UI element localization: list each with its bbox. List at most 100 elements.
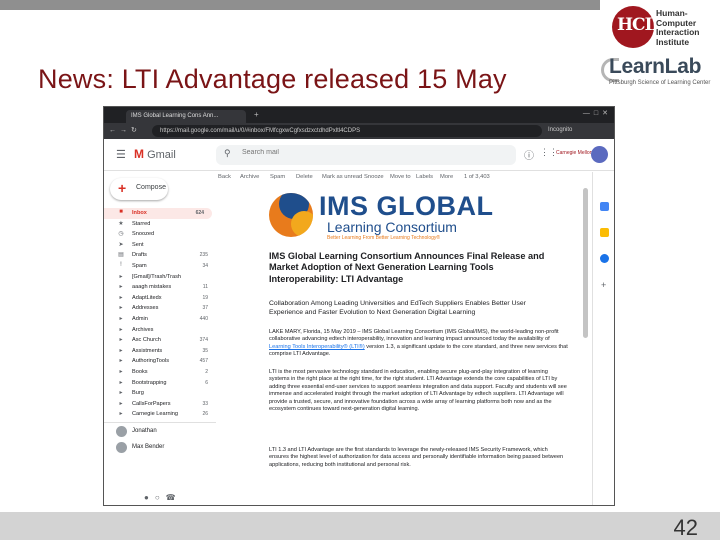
sidebar-label-count: 440 [199, 315, 208, 322]
sidebar-label-name: Sent [132, 241, 144, 248]
sidebar-label-count: 33 [202, 400, 208, 407]
main-menu-icon[interactable]: ☰ [116, 148, 126, 161]
toolbar-mail-button[interactable]: Mark as unread [322, 174, 362, 180]
toolbar-trash-button[interactable]: Delete [296, 174, 313, 180]
contact-name: Jonathan [132, 428, 157, 434]
toolbar-folder-button[interactable]: Move to [390, 174, 411, 180]
email-headline: IMS Global Learning Consortium Announces… [269, 251, 545, 284]
sidebar-label-item[interactable]: ▸ Carnegie Learning 26 [104, 409, 216, 420]
toolbar-arrow-back-button[interactable]: Back [218, 174, 231, 180]
sidebar-label-item[interactable]: ■ Inbox 624 [104, 208, 212, 219]
sidebar-label-count: 37 [202, 305, 208, 312]
sidebar-label-count: 624 [195, 210, 204, 216]
browser-tab[interactable]: IMS Global Learning Cons Ann... [126, 110, 246, 123]
sidebar-label-name: Drafts [132, 252, 147, 259]
account-avatar[interactable] [591, 146, 608, 163]
browser-tab-strip: IMS Global Learning Cons Ann... + —□✕ [104, 107, 614, 123]
hangouts-panel: Jonathan Max Bender ●○☎ [104, 422, 216, 505]
toolbar-clock-button[interactable]: Snooze [364, 174, 384, 180]
sidebar-label-item[interactable]: ! Spam 34 [104, 261, 216, 272]
label-icon: ▸ [119, 400, 123, 407]
sidebar-label-item[interactable]: ▸ [Gmail]/Trash/Trash [104, 272, 216, 283]
gmail-header: ☰ M Gmail ⚲ ⓘ ⋮⋮ Carnegie Mellon [104, 139, 614, 171]
hangouts-footer-icons[interactable]: ●○☎ [144, 493, 182, 502]
org-label: Carnegie Mellon [556, 150, 593, 156]
keep-icon[interactable] [600, 228, 609, 237]
sidebar-label-item[interactable]: ▸ Addresses 37 [104, 303, 216, 314]
nav-arrows-icon[interactable]: ←→↻ [109, 126, 141, 134]
label-icon: ▸ [119, 390, 123, 397]
sidebar-label-name: Addresses [132, 305, 159, 312]
gmail-app: ☰ M Gmail ⚲ ⓘ ⋮⋮ Carnegie Mellon + Compo… [104, 139, 614, 505]
sidebar-label-name: CallsForPapers [132, 400, 171, 407]
search-icon[interactable]: ⚲ [224, 148, 231, 159]
sidebar-label-item[interactable]: ★ Starred [104, 219, 216, 230]
sidebar-label-item[interactable]: ▤ Drafts 235 [104, 250, 216, 261]
hangouts-contact[interactable]: Jonathan [104, 423, 216, 439]
learnlab-tagline: Pittsburgh Science of Learning Center [609, 80, 711, 86]
toolbar-more-button[interactable]: More [440, 174, 453, 180]
search-input[interactable] [242, 149, 502, 156]
sidebar-label-count: 11 [202, 284, 208, 291]
sidebar-label-name: aaagh mistakes [132, 284, 172, 291]
email-body: IMS GLOBAL Learning Consortium Better Le… [219, 187, 579, 505]
email-paragraph-2: LTI is the most pervasive technology sta… [269, 369, 567, 413]
window-controls[interactable]: —□✕ [583, 109, 612, 117]
sidebar-label-name: AuthoringTools [132, 358, 170, 365]
sidebar-label-count: 374 [199, 337, 208, 344]
sidebar-label-item[interactable]: ▸ Burg [104, 388, 216, 399]
sidebar-label-count: 19 [202, 294, 208, 301]
calendar-icon[interactable] [600, 202, 609, 211]
sidebar-label-item[interactable]: ➤ Sent [104, 240, 216, 251]
sidebar-label-name: Books [132, 368, 148, 375]
scrollbar[interactable] [582, 186, 590, 505]
sidebar-label-name: Admin [132, 315, 148, 322]
add-addon-icon[interactable]: + [601, 280, 606, 290]
compose-button[interactable]: + Compose [110, 178, 168, 200]
sidebar-label-item[interactable]: ▸ Books 2 [104, 367, 216, 378]
browser-screenshot: IMS Global Learning Cons Ann... + —□✕ ←→… [103, 106, 615, 506]
browser-toolbar: ←→↻ https://mail.google.com/mail/u/0/#in… [104, 123, 614, 139]
star-icon: ★ [118, 220, 124, 227]
sidebar-label-item[interactable]: ◷ Snoozed [104, 229, 216, 240]
lti-link[interactable]: Learning Tools Interoperability® (LTI®) [269, 344, 365, 350]
email-paragraph-3: LTI 1.3 and LTI Advantage are the first … [269, 447, 564, 468]
toolbar-label-button[interactable]: Labels [416, 174, 433, 180]
label-icon: ▸ [119, 284, 123, 291]
sidebar-label-item[interactable]: ▸ AuthoringTools 457 [104, 356, 216, 367]
sidebar-label-name: Snoozed [132, 231, 155, 238]
sidebar-label-item[interactable]: ▸ Asc Church 374 [104, 335, 216, 346]
sidebar-label-item[interactable]: ▸ Admin 440 [104, 314, 216, 325]
sidebar-label-item[interactable]: ▸ Archives [104, 325, 216, 336]
side-panel: + [592, 172, 614, 505]
sidebar-label-item[interactable]: ▸ Bootstrapping 6 [104, 378, 216, 389]
sidebar-label-item[interactable]: ▸ CallsForPapers 33 [104, 399, 216, 410]
gmail-logo[interactable]: M Gmail [134, 147, 176, 161]
ims-brand-title: IMS GLOBAL [319, 191, 494, 221]
hangouts-contact[interactable]: Max Bender [104, 439, 216, 455]
label-icon: ▸ [119, 305, 123, 312]
send-icon: ➤ [118, 241, 124, 248]
tasks-icon[interactable] [600, 254, 609, 263]
sidebar-label-item[interactable]: ▸ AdaptLitedx 19 [104, 293, 216, 304]
incognito-label[interactable]: Incognito [548, 127, 572, 133]
new-tab-icon[interactable]: + [254, 110, 259, 119]
email-paragraph-1: LAKE MARY, Florida, 15 May 2019 – IMS Gl… [269, 329, 568, 358]
slide-title: News: LTI Advantage released 15 May [38, 64, 507, 94]
sidebar-label-item[interactable]: ▸ Assistments 35 [104, 346, 216, 357]
learnlab-logo: LearnLab Pittsburgh Science of Learning … [601, 55, 719, 95]
toolbar-spam-button[interactable]: Spam [270, 174, 285, 180]
help-icon[interactable]: ⓘ [524, 147, 534, 162]
label-icon: ▸ [119, 337, 123, 344]
gmail-sidebar: + Compose ■ Inbox 624 ★ Starred ◷ Snoozed ➤ Sent… [104, 172, 216, 505]
sidebar-label-item[interactable]: ▸ aaagh mistakes 11 [104, 282, 216, 293]
sidebar-label-name: [Gmail]/Trash/Trash [132, 273, 182, 280]
toolbar-archive-button[interactable]: Archive [240, 174, 259, 180]
sidebar-label-count: 34 [202, 262, 208, 269]
clock-icon: ◷ [118, 231, 124, 238]
label-icon: ▸ [119, 368, 123, 375]
toolbar-pager-button[interactable]: 1 of 3,403 [464, 174, 490, 180]
scrollbar-thumb[interactable] [583, 188, 588, 338]
address-bar[interactable]: https://mail.google.com/mail/u/0/#inbox/… [152, 125, 542, 137]
search-box[interactable]: ⚲ [216, 145, 516, 165]
